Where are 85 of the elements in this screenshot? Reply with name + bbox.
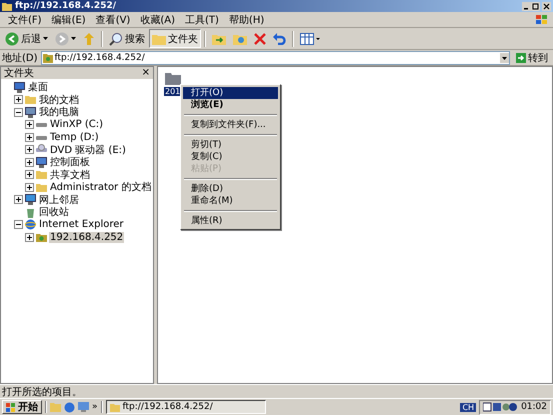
- clock: 01:02: [521, 402, 547, 412]
- address-label: 地址(D): [2, 52, 38, 64]
- globe-icon: [25, 219, 36, 230]
- window-title: ftp://192.168.4.252/: [15, 1, 116, 11]
- dropdown-icon[interactable]: [500, 52, 509, 62]
- tree-item[interactable]: WinXP (C:): [49, 119, 104, 130]
- close-button[interactable]: ×: [142, 68, 150, 78]
- menu-item[interactable]: 文件(F): [3, 12, 47, 26]
- tree-item[interactable]: 共享文档: [49, 168, 91, 182]
- folder-icon: [36, 169, 47, 180]
- tree-item[interactable]: 网上邻居: [38, 192, 80, 207]
- folder-icon: [2, 2, 12, 10]
- delete-icon: [254, 32, 266, 44]
- bin-icon: [25, 206, 36, 218]
- language-indicator[interactable]: CH: [460, 402, 476, 412]
- back-button[interactable]: 后退: [2, 29, 51, 48]
- go-button[interactable]: 转到: [513, 50, 551, 64]
- globe-icon[interactable]: [64, 402, 75, 412]
- tray-icons-drawing: [483, 402, 518, 412]
- folder-icon: [36, 232, 47, 243]
- arrow-icon: [516, 52, 526, 62]
- minimize-icon[interactable]: [522, 2, 531, 10]
- menu-item[interactable]: 属性(R): [183, 215, 278, 227]
- more-button[interactable]: »: [92, 402, 98, 412]
- folder-icon: [164, 72, 181, 85]
- expand-icon[interactable]: [25, 158, 34, 167]
- monitor-icon: [14, 82, 25, 93]
- start-button[interactable]: 开始: [2, 400, 42, 414]
- menu-item[interactable]: 收藏(A): [135, 12, 180, 26]
- expand-icon[interactable]: [25, 145, 34, 154]
- expand-icon[interactable]: [14, 195, 23, 204]
- tree-item[interactable]: 控制面板: [49, 155, 91, 170]
- search-button[interactable]: 搜索: [106, 29, 148, 48]
- tree-item[interactable]: Administrator 的文档: [49, 180, 152, 194]
- tree-item[interactable]: Temp (D:): [49, 132, 100, 143]
- expand-icon[interactable]: [25, 232, 34, 242]
- menu-item[interactable]: 浏览(E): [183, 99, 278, 111]
- menu-item[interactable]: 重命名(M): [183, 195, 278, 207]
- menu-item[interactable]: 编辑(E): [46, 12, 91, 26]
- ftp-folder-icon: [42, 52, 53, 62]
- pane-title: 文件夹: [4, 66, 34, 80]
- flag-icon: [535, 14, 549, 26]
- file-label[interactable]: 201: [164, 87, 182, 96]
- folders-button[interactable]: 文件夹: [149, 29, 201, 48]
- menu-item[interactable]: 帮助(H): [224, 12, 270, 26]
- menu-item[interactable]: 打开(O): [183, 87, 278, 99]
- collapse-icon[interactable]: [14, 220, 23, 230]
- tree-item[interactable]: DVD 驱动器 (E:): [49, 142, 127, 157]
- menu-item[interactable]: 删除(D): [183, 183, 278, 195]
- menu-item[interactable]: 复制到文件夹(F)...: [183, 119, 278, 131]
- up-arrow-icon: [83, 32, 95, 46]
- taskbar-button[interactable]: ftp://192.168.4.252/: [106, 400, 266, 414]
- folder-icon: [36, 182, 47, 193]
- menu-item[interactable]: 工具(T): [180, 12, 224, 26]
- status-text: 打开所选的项目。: [2, 386, 82, 398]
- search-icon: [109, 32, 123, 46]
- expand-icon[interactable]: [25, 120, 34, 130]
- computer-icon: [25, 106, 36, 118]
- maximize-icon[interactable]: [531, 2, 540, 10]
- close-icon[interactable]: [542, 2, 551, 10]
- tree-item[interactable]: 我的电脑: [38, 105, 80, 120]
- tree-item[interactable]: 我的文档: [38, 92, 80, 107]
- tree-item[interactable]: Internet Explorer: [38, 219, 125, 230]
- copy-folder-icon: [233, 32, 247, 44]
- views-icon: [300, 32, 320, 44]
- dropdown-icon: [71, 37, 76, 40]
- address-field[interactable]: ftp://192.168.4.252/: [40, 50, 510, 64]
- expand-icon[interactable]: [25, 170, 34, 180]
- menu-item[interactable]: 复制(C): [183, 151, 278, 163]
- tree-item[interactable]: 192.168.4.252: [49, 232, 124, 243]
- flag-icon: [6, 402, 16, 412]
- collapse-icon[interactable]: [14, 108, 23, 117]
- folder-arrow-icon: [212, 32, 226, 44]
- tree-item[interactable]: 回收站: [38, 205, 70, 220]
- expand-icon[interactable]: [14, 95, 23, 104]
- undo-icon: [273, 32, 286, 44]
- expand-icon[interactable]: [25, 132, 34, 142]
- tree-item[interactable]: 桌面: [27, 80, 49, 94]
- folder-icon: [152, 32, 166, 44]
- dropdown-icon: [43, 37, 48, 40]
- expand-icon[interactable]: [25, 182, 34, 192]
- folder-icon: [110, 402, 120, 412]
- menu-item[interactable]: 查看(V): [90, 12, 136, 26]
- menu-item[interactable]: 剪切(T): [183, 139, 278, 151]
- folder-icon: [25, 94, 36, 106]
